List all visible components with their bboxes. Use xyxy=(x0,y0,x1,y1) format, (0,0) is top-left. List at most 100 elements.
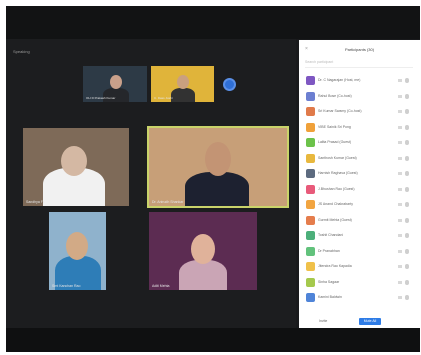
participant-row[interactable]: J.Bhushan Rao (Guest) xyxy=(303,182,417,198)
camera-icon[interactable] xyxy=(398,187,402,191)
microphone-icon[interactable] xyxy=(405,202,409,207)
camera-icon[interactable] xyxy=(398,234,402,237)
video-tile[interactable]: Aditi Mehta xyxy=(149,212,257,290)
participant-name: Dr. C Nagarajan (Host, me) xyxy=(318,78,361,82)
participant-name: Dr Pranabhan xyxy=(318,248,340,253)
mute-all-button[interactable]: Mute All xyxy=(359,318,381,325)
microphone-icon[interactable] xyxy=(405,109,409,114)
participant-row[interactable]: Sri Kumar Swamy (Co-host) xyxy=(303,104,417,120)
participant-avatar xyxy=(306,138,315,147)
microphone-icon[interactable] xyxy=(405,140,409,145)
participant-name: Sandhya Fr. xyxy=(26,200,45,204)
participant-row[interactable]: Toshit Chandani xyxy=(303,228,417,244)
bottom-toolbar xyxy=(6,328,420,352)
participant-row[interactable]: Dr Pranabhan xyxy=(303,244,417,260)
record-indicator-icon[interactable] xyxy=(223,78,236,91)
participant-avatar xyxy=(306,122,315,132)
camera-icon[interactable] xyxy=(398,125,402,129)
participant-head xyxy=(205,142,231,176)
microphone-icon[interactable] xyxy=(405,295,409,300)
panel-footer: Invite Mute All xyxy=(299,318,420,328)
screenshot: Speaking OLI D Prakash Kumar C. Dass Jos… xyxy=(0,0,421,355)
microphone-icon[interactable] xyxy=(405,93,409,99)
participant-row[interactable]: Harnish Raghava (Guest) xyxy=(303,166,417,182)
participant-avatar xyxy=(306,153,315,163)
camera-icon[interactable] xyxy=(398,172,402,175)
thumbnail-video[interactable]: OLI D Prakash Kumar xyxy=(83,66,147,102)
participant-list: Dr. C Nagarajan (Host, me) Rahul Bose (Co… xyxy=(303,73,417,306)
participant-body xyxy=(185,172,249,206)
participant-name: Kamini Baldwin xyxy=(318,295,342,299)
participant-row[interactable]: Kamini Baldwin xyxy=(303,290,417,306)
participant-name: Smt Kanchan Rao xyxy=(52,284,81,288)
camera-icon[interactable] xyxy=(398,203,402,206)
participant-avatar xyxy=(306,76,315,85)
participant-name: Santhosh Kumar (Guest) xyxy=(318,155,357,160)
participant-name: C. Dass Joshi xyxy=(154,96,173,100)
participant-avatar xyxy=(306,277,315,287)
video-tile[interactable]: Sandhya Fr. xyxy=(23,128,129,206)
participant-avatar xyxy=(306,215,315,225)
participant-avatar xyxy=(306,107,315,116)
invite-button[interactable]: Invite xyxy=(319,319,327,323)
participant-row[interactable]: Dr. C Nagarajan (Host, me) xyxy=(303,73,417,89)
participant-body xyxy=(171,88,195,102)
participant-name: Harnish Raghava (Guest) xyxy=(318,171,358,175)
microphone-icon[interactable] xyxy=(405,124,409,130)
camera-icon[interactable] xyxy=(398,296,402,299)
participant-row[interactable]: Rahul Bose (Co-host) xyxy=(303,89,417,105)
participant-name: Toshit Chandani xyxy=(318,233,344,237)
camera-icon[interactable] xyxy=(398,280,402,284)
participant-name: Sri Kumar Swamy (Co-host) xyxy=(318,109,362,113)
camera-icon[interactable] xyxy=(398,79,402,82)
microphone-icon[interactable] xyxy=(405,264,409,269)
microphone-icon[interactable] xyxy=(405,279,409,285)
participant-search-input[interactable]: Search participant xyxy=(305,60,413,68)
participant-row[interactable]: Lalita Prasad (Guest) xyxy=(303,135,417,151)
microphone-icon[interactable] xyxy=(405,171,409,176)
thumbnail-video[interactable]: C. Dass Joshi xyxy=(151,66,214,102)
camera-icon[interactable] xyxy=(398,249,402,253)
participant-row[interactable]: JS Anand Chakrabarty xyxy=(303,197,417,213)
participant-row[interactable]: Sinha Sagaar xyxy=(303,275,417,291)
participant-head xyxy=(66,232,88,260)
participants-panel: × Participants (30) Search participant D… xyxy=(299,40,420,328)
participant-avatar xyxy=(306,91,315,101)
microphone-icon[interactable] xyxy=(405,217,409,223)
participant-name: OLI D Prakash Kumar xyxy=(86,96,116,100)
microphone-icon[interactable] xyxy=(405,155,409,161)
view-label[interactable]: Speaking xyxy=(13,49,30,54)
participant-name: Jitendra Rao Kapadia xyxy=(318,264,352,268)
participant-name: Aditi Mehta xyxy=(152,284,170,288)
participant-row[interactable]: Gurmit Mehta (Guest) xyxy=(303,213,417,229)
participant-name: Gurmit Mehta (Guest) xyxy=(318,217,352,222)
top-bar xyxy=(6,6,420,39)
camera-icon[interactable] xyxy=(398,156,402,160)
participant-row[interactable]: Santhosh Kumar (Guest) xyxy=(303,151,417,167)
participant-name: Lalita Prasad (Guest) xyxy=(318,140,352,144)
microphone-icon[interactable] xyxy=(405,78,409,83)
camera-icon[interactable] xyxy=(398,265,402,268)
participant-row[interactable]: VIBE Sainik Sri Pong xyxy=(303,120,417,136)
camera-icon[interactable] xyxy=(398,141,402,144)
participant-name: Rahul Bose (Co-host) xyxy=(318,93,352,98)
participant-avatar xyxy=(306,169,315,178)
participant-avatar xyxy=(306,246,315,256)
camera-icon[interactable] xyxy=(398,218,402,222)
camera-icon[interactable] xyxy=(398,94,402,98)
participant-head xyxy=(110,75,122,89)
microphone-icon[interactable] xyxy=(405,248,409,254)
participant-name: Sinha Sagaar xyxy=(318,279,340,284)
video-tile[interactable]: Dr. Anirudh Shankar xyxy=(147,126,289,208)
camera-icon[interactable] xyxy=(398,110,402,113)
participant-name: J.Bhushan Rao (Guest) xyxy=(318,186,355,191)
participant-avatar xyxy=(306,200,315,209)
participant-name: JS Anand Chakrabarty xyxy=(318,202,354,206)
microphone-icon[interactable] xyxy=(405,186,409,192)
participant-head xyxy=(177,75,189,89)
participant-name: VIBE Sainik Sri Pong xyxy=(318,124,351,129)
participant-avatar xyxy=(306,231,315,240)
video-tile[interactable]: Smt Kanchan Rao xyxy=(49,212,106,290)
participant-row[interactable]: Jitendra Rao Kapadia xyxy=(303,259,417,275)
microphone-icon[interactable] xyxy=(405,233,409,238)
